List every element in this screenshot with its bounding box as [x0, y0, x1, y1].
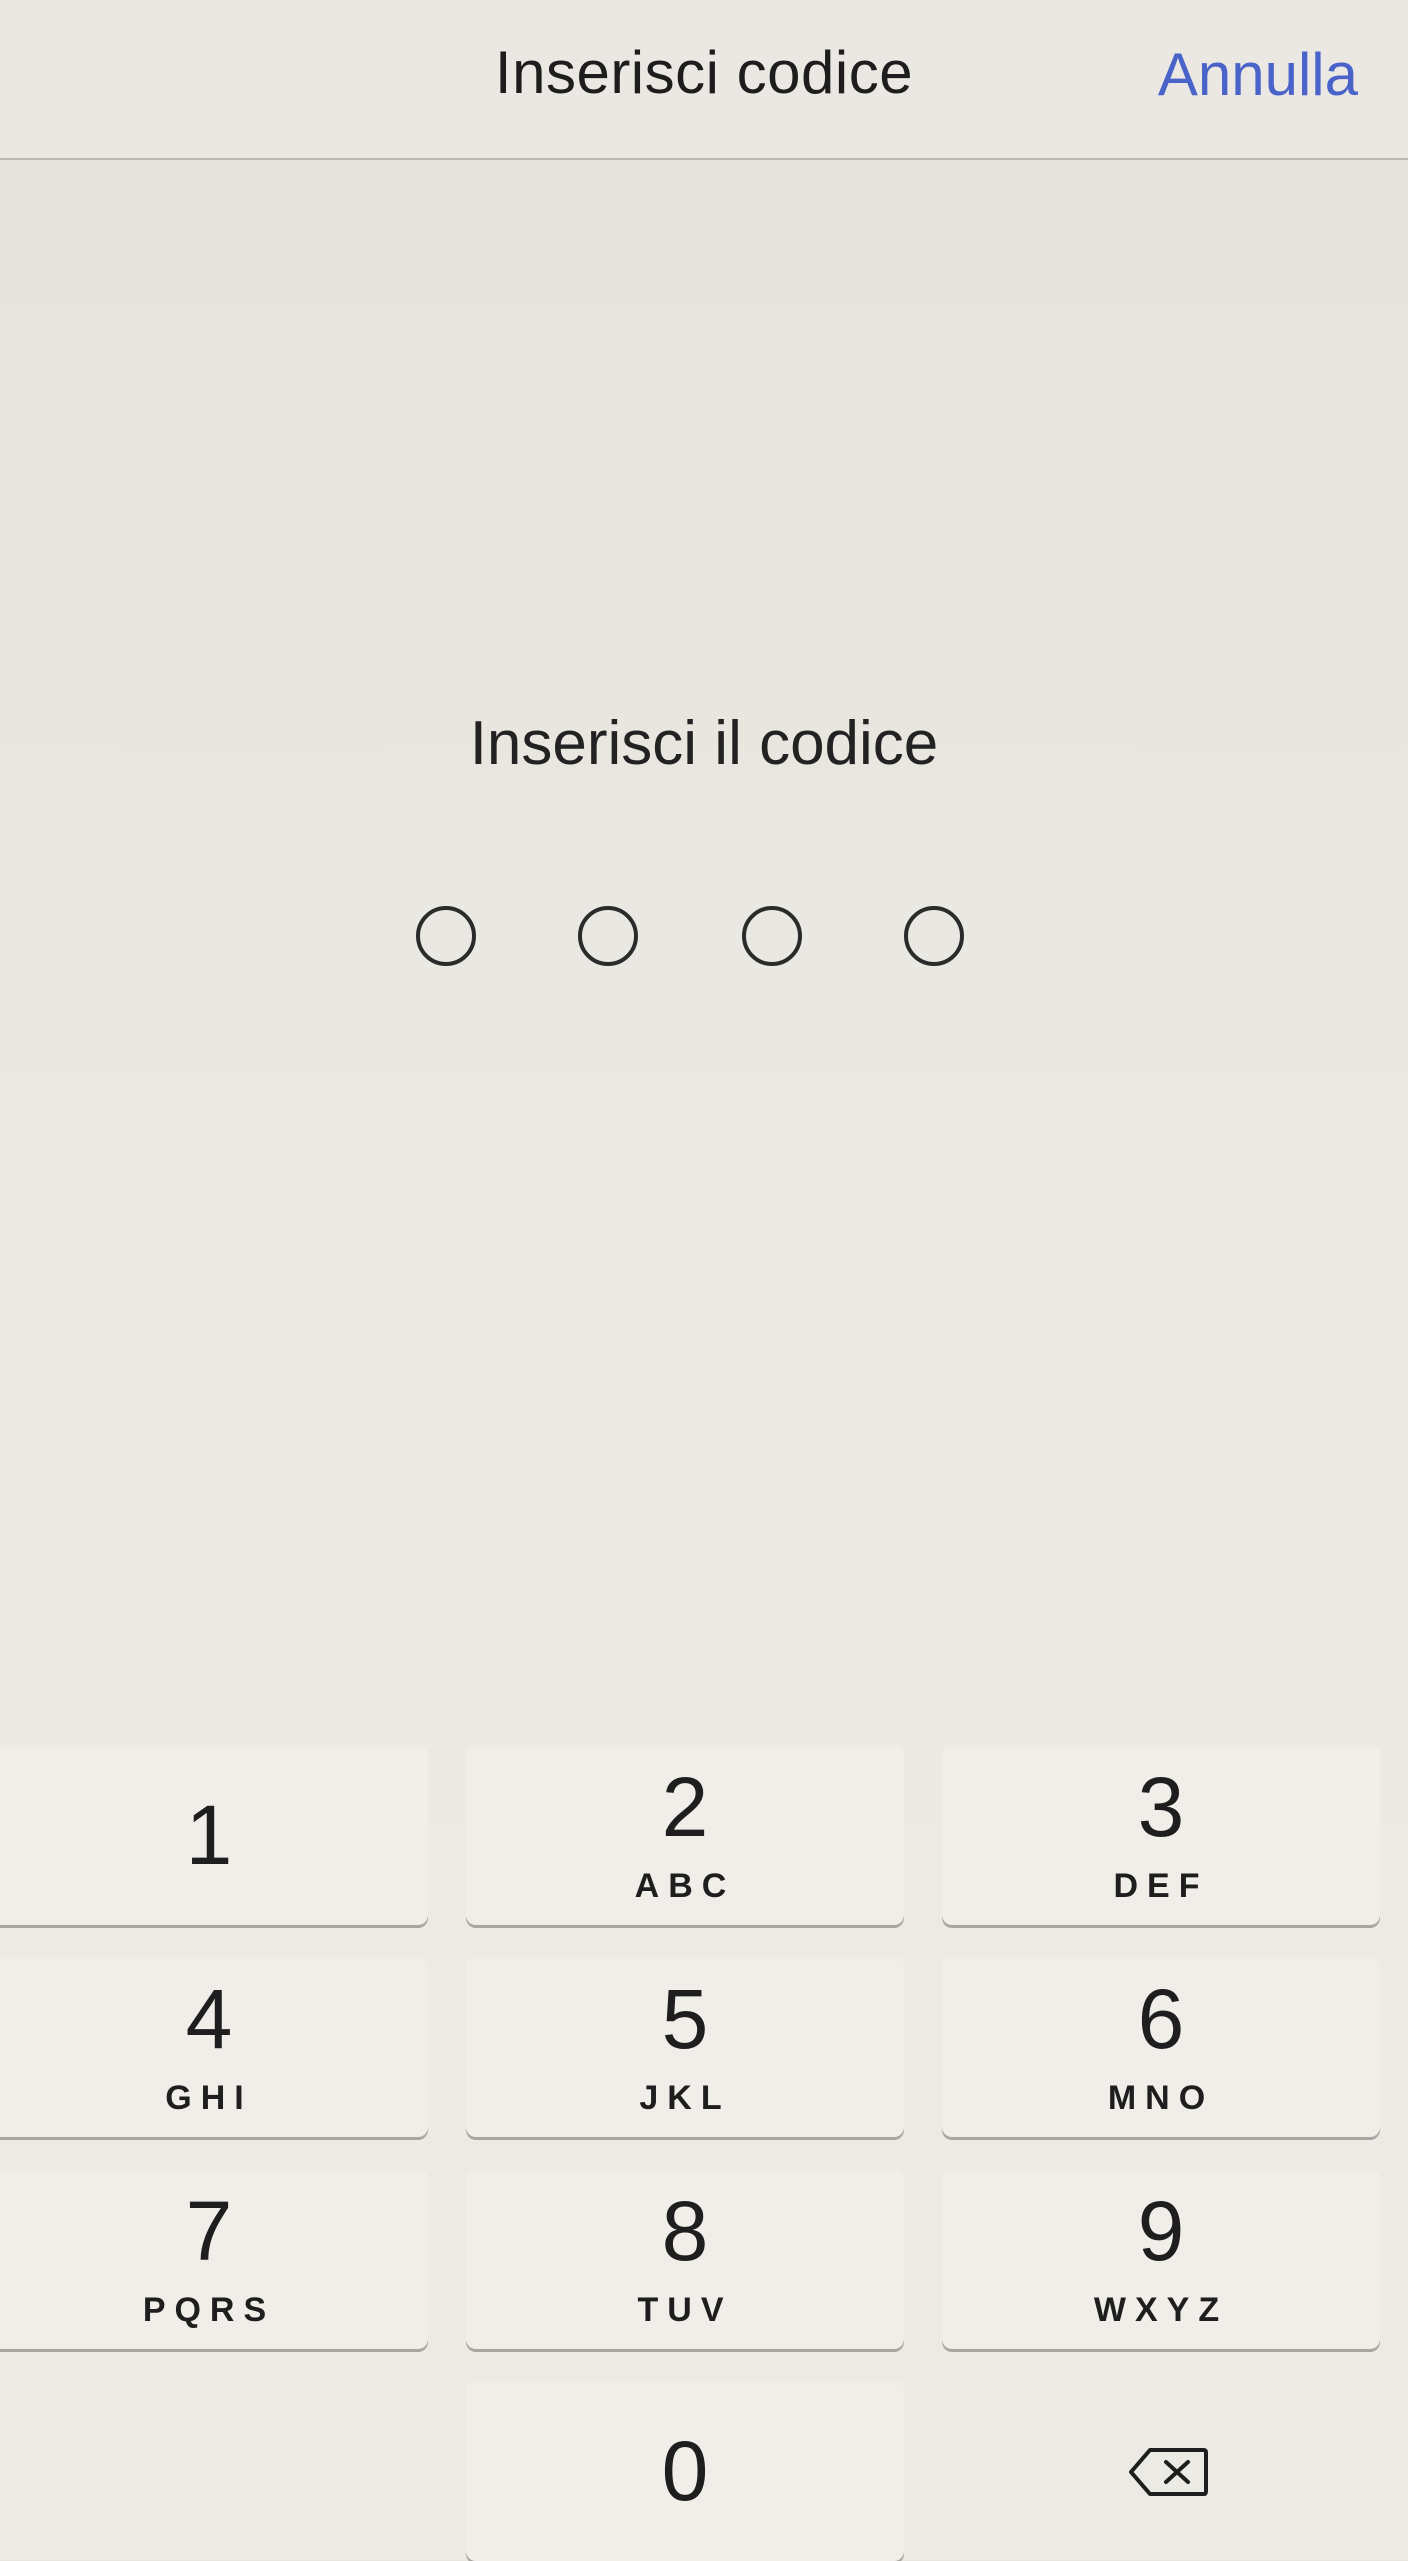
numeric-keypad: 1 2 ABC 3 DEF 4 GHI 5 JKL 6 MNO 7 PQRS 8: [0, 1745, 1408, 2561]
passcode-indicator: [408, 906, 1008, 976]
key-digit: 2: [661, 1760, 709, 1854]
key-digit: 7: [185, 2184, 233, 2278]
key-1[interactable]: 1: [0, 1745, 428, 1925]
key-letters: PQRS: [142, 2291, 276, 2329]
key-digit: 4: [185, 1972, 233, 2066]
key-3[interactable]: 3 DEF: [942, 1745, 1380, 1925]
key-digit: 3: [1137, 1760, 1185, 1854]
key-4[interactable]: 4 GHI: [0, 1957, 428, 2137]
passcode-screen: Inserisci codice Annulla Inserisci il co…: [0, 0, 1408, 2561]
key-letters: TUV: [637, 2291, 733, 2329]
key-8[interactable]: 8 TUV: [466, 2169, 904, 2349]
delete-button[interactable]: [942, 2381, 1380, 2561]
navigation-bar: Inserisci codice Annulla: [0, 0, 1408, 160]
key-2[interactable]: 2 ABC: [466, 1745, 904, 1925]
passcode-dot-3: [742, 906, 802, 966]
key-5[interactable]: 5 JKL: [466, 1957, 904, 2137]
backspace-icon: [1129, 2448, 1208, 2496]
key-digit: 5: [661, 1972, 709, 2066]
key-0[interactable]: 0: [466, 2381, 904, 2561]
key-letters: WXYZ: [1093, 2291, 1229, 2329]
passcode-dot-2: [578, 906, 638, 966]
key-digit: 8: [661, 2184, 709, 2278]
key-digit: 6: [1137, 1972, 1185, 2066]
key-empty: [0, 2381, 428, 2561]
key-7[interactable]: 7 PQRS: [0, 2169, 428, 2349]
passcode-dot-1: [416, 906, 476, 966]
passcode-prompt: Inserisci il codice: [469, 709, 939, 778]
key-9[interactable]: 9 WXYZ: [942, 2169, 1380, 2349]
key-letters: MNO: [1107, 2079, 1215, 2117]
key-letters: DEF: [1113, 1867, 1209, 1905]
key-6[interactable]: 6 MNO: [942, 1957, 1380, 2137]
cancel-button[interactable]: Annulla: [1158, 40, 1358, 109]
key-digit: 0: [661, 2424, 709, 2518]
key-letters: GHI: [165, 2079, 253, 2117]
passcode-dot-4: [904, 906, 964, 966]
key-digit: 1: [185, 1788, 233, 1882]
key-digit: 9: [1137, 2184, 1185, 2278]
key-letters: ABC: [634, 1867, 736, 1905]
key-letters: JKL: [639, 2079, 731, 2117]
